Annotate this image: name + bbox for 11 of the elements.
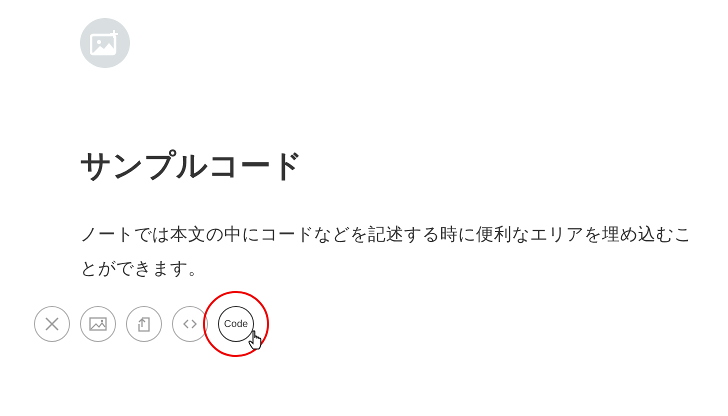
code-button[interactable]: Code (218, 306, 254, 342)
body-text: ノートでは本文の中にコードなどを記述する時に便利なエリアを埋め込むことができます。 (80, 224, 693, 281)
note-title: サンプルコード (80, 147, 304, 186)
image-button[interactable] (80, 306, 116, 342)
embed-button[interactable] (172, 306, 208, 342)
hand-cursor-icon (248, 330, 264, 350)
image-add-icon (90, 30, 120, 56)
image-icon (89, 315, 107, 333)
close-button[interactable] (34, 306, 70, 342)
close-icon (43, 315, 61, 333)
upload-button[interactable] (126, 306, 162, 342)
